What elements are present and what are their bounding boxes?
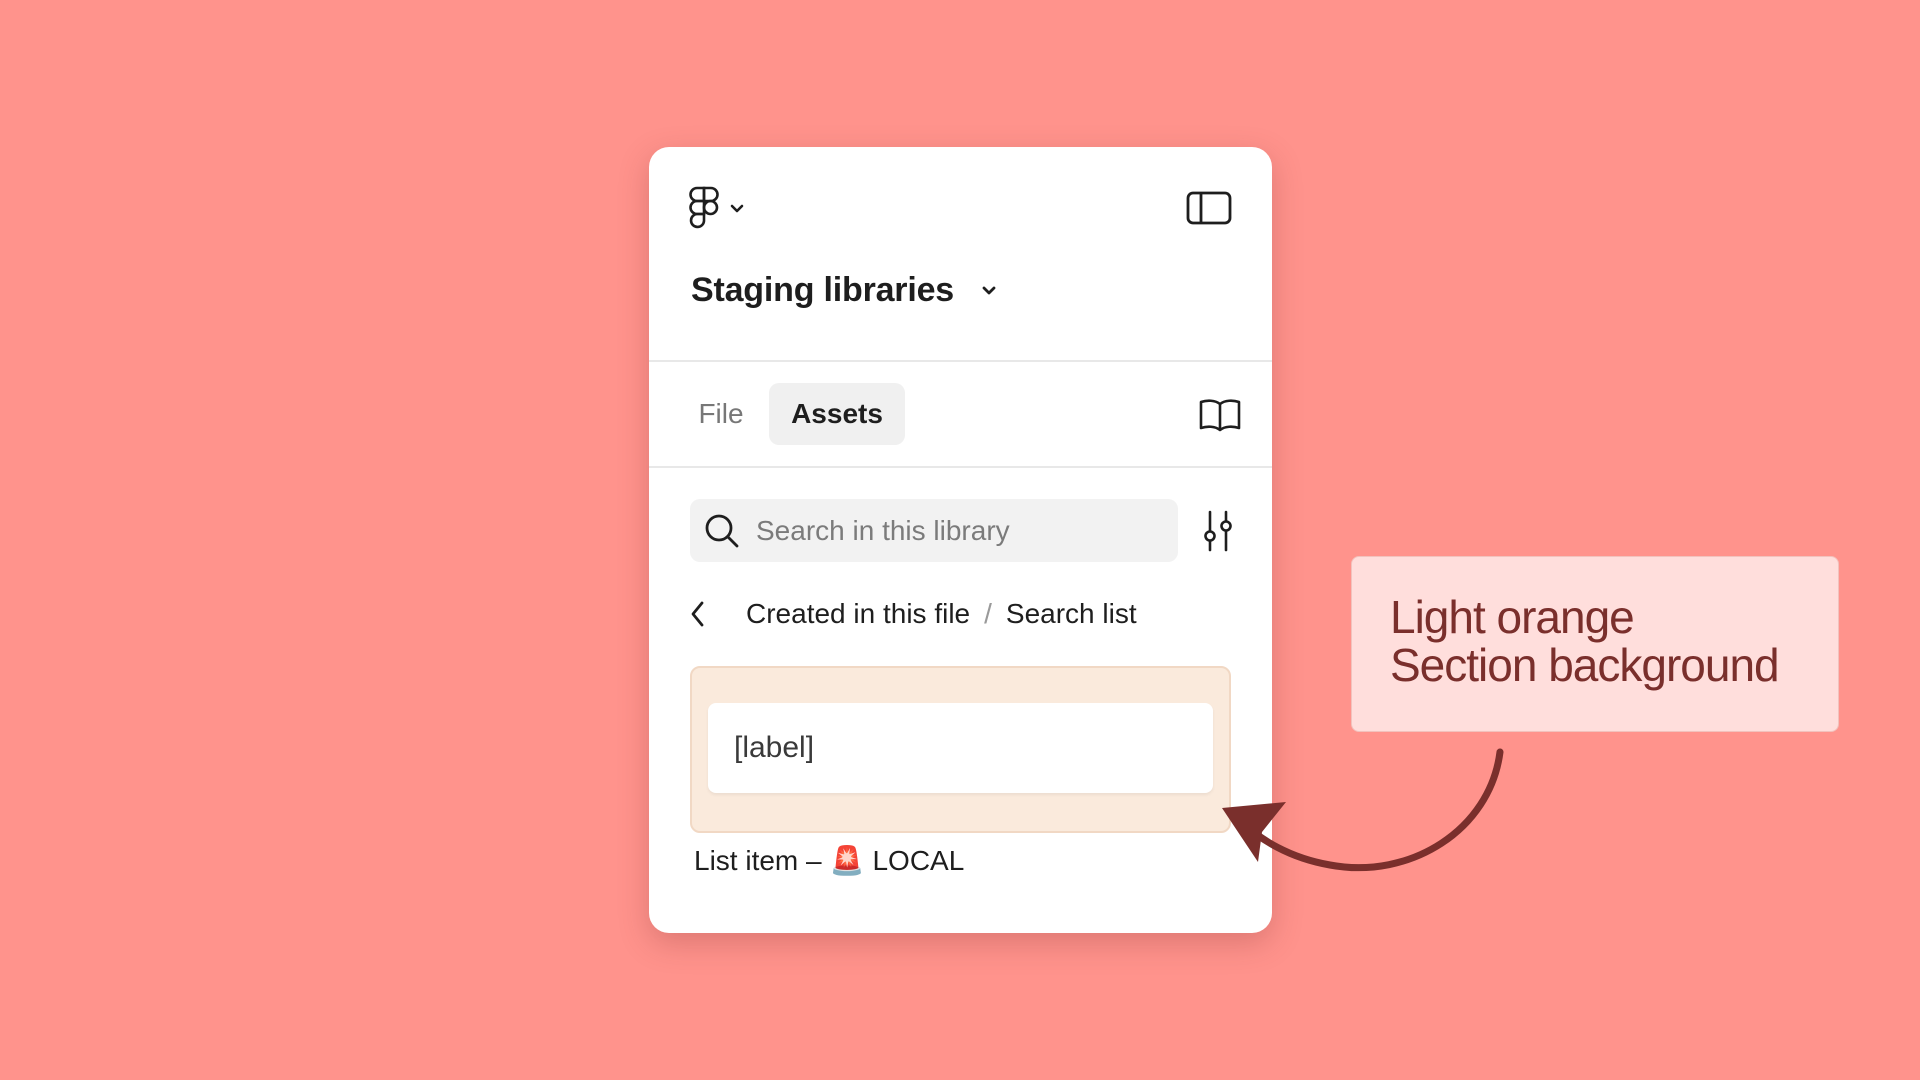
tab-assets[interactable]: Assets	[769, 383, 905, 445]
annotation-line: Section background	[1390, 639, 1780, 691]
annotation-line: Light orange	[1390, 591, 1635, 643]
breadcrumb: Created in this file / Search list	[690, 592, 1137, 636]
back-button[interactable]	[690, 594, 720, 634]
caption-suffix: LOCAL	[872, 844, 965, 876]
breadcrumb-item[interactable]: Created in this file	[746, 598, 970, 630]
siren-emoji-icon: 🚨	[829, 845, 865, 876]
figma-logo-icon	[689, 186, 719, 229]
section-container: [label]	[690, 666, 1231, 833]
breadcrumb-item-current: Search list	[1005, 598, 1137, 629]
tab-file[interactable]: File	[690, 383, 752, 445]
breadcrumb-separator: /	[984, 598, 992, 629]
divider	[649, 466, 1272, 468]
divider	[649, 360, 1272, 362]
figma-menu-button[interactable]	[689, 185, 745, 231]
page-title: Staging libraries	[691, 271, 955, 309]
library-panel: Staging libraries File Assets Create	[649, 147, 1272, 933]
caption-prefix: List item –	[694, 844, 822, 876]
filter-sliders-icon[interactable]	[1199, 509, 1237, 553]
list-item-label[interactable]: [label]	[708, 703, 1213, 793]
component-caption: List item – 🚨 LOCAL	[694, 844, 964, 877]
search-field[interactable]	[690, 499, 1178, 562]
search-input[interactable]	[756, 514, 1156, 547]
chevron-down-icon	[982, 286, 996, 294]
sidebar-toggle-icon[interactable]	[1186, 190, 1232, 226]
library-title-dropdown[interactable]: Staging libraries	[691, 271, 998, 310]
book-icon[interactable]	[1198, 396, 1242, 432]
annotation-callout: Light orange Section background	[1351, 556, 1839, 732]
search-icon	[705, 514, 739, 547]
chevron-left-icon	[691, 601, 704, 627]
chevron-down-icon	[730, 204, 744, 213]
